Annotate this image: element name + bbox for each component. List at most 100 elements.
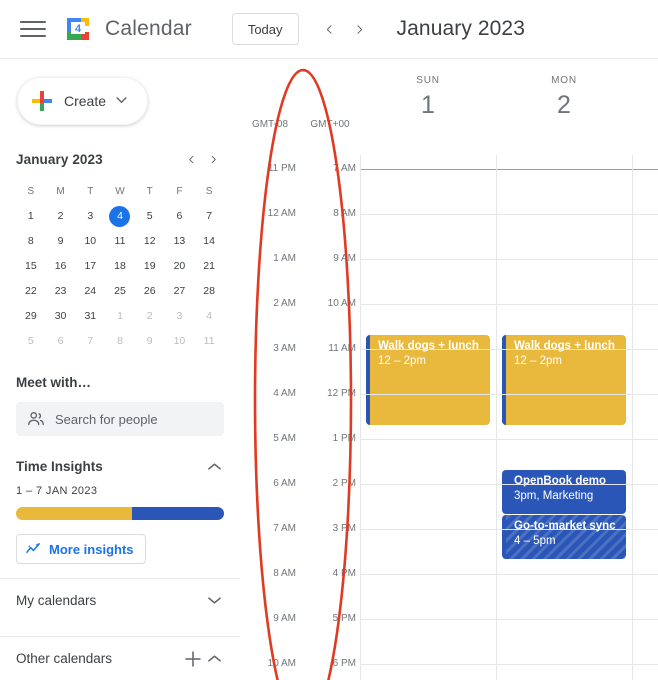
mini-calendar-day[interactable]: 13 [165, 229, 195, 253]
grid-hour-line [360, 574, 658, 575]
mini-calendar-day[interactable]: 3 [165, 304, 195, 328]
mini-calendar-day[interactable]: 1 [16, 204, 46, 228]
current-period-title: January 2023 [396, 17, 525, 40]
mini-calendar-day-number: 2 [57, 210, 64, 222]
time-label-primary: 7 AM [273, 523, 296, 534]
other-calendars-chevron-up-icon[interactable] [204, 649, 224, 669]
day-header-sun[interactable]: SUN 1 [360, 67, 496, 152]
mini-calendar-day[interactable]: 12 [135, 229, 165, 253]
insights-chart-icon [25, 541, 42, 558]
mini-calendar-day-number: 2 [146, 310, 153, 322]
mini-calendar-day[interactable]: 7 [194, 204, 224, 228]
chevron-left-icon [326, 24, 332, 34]
mini-calendar-day-number: 4 [206, 310, 213, 322]
hamburger-menu-icon[interactable] [20, 19, 46, 39]
time-insights-header[interactable]: Time Insights [16, 456, 224, 476]
more-insights-button[interactable]: More insights [16, 534, 146, 564]
day-header-weekday: SUN [416, 75, 440, 86]
grid-hour-line [360, 439, 658, 440]
my-calendars-label: My calendars [16, 593, 97, 608]
mini-calendar-day[interactable]: 27 [165, 279, 195, 303]
mini-calendar-day[interactable]: 4 [194, 304, 224, 328]
grid-hour-line [360, 169, 658, 170]
mini-calendar-day[interactable]: 2 [135, 304, 165, 328]
mini-calendar-day[interactable]: 20 [165, 254, 195, 278]
mini-calendar-day[interactable]: 10 [165, 329, 195, 353]
mini-calendar-day[interactable]: 21 [194, 254, 224, 278]
mini-calendar-day[interactable]: 25 [105, 279, 135, 303]
sidebar-item-other-calendars[interactable]: Other calendars [0, 636, 240, 680]
time-insights-collapse-button[interactable] [204, 456, 224, 476]
mini-calendar-day[interactable]: 6 [46, 329, 76, 353]
time-label-secondary: 3 PM [332, 523, 356, 534]
my-calendars-chevron-down-icon[interactable] [204, 591, 224, 611]
mini-calendar-day[interactable]: 18 [105, 254, 135, 278]
day-header-date: 2 [557, 91, 571, 119]
mini-calendar-prev-button[interactable] [180, 148, 202, 170]
mini-calendar-day[interactable]: 8 [105, 329, 135, 353]
mini-calendar-next-button[interactable] [202, 148, 224, 170]
create-button[interactable]: Create [17, 77, 148, 125]
mini-calendar-day[interactable]: 6 [165, 204, 195, 228]
grid-day-divider [632, 155, 633, 680]
time-label-primary: 11 PM [267, 163, 296, 174]
mini-calendar-day[interactable]: 30 [46, 304, 76, 328]
day-header-mon[interactable]: MON 2 [496, 67, 632, 152]
time-label-secondary: 2 PM [332, 478, 356, 489]
grid-hour-line [360, 394, 658, 395]
mini-calendar-day[interactable]: 2 [46, 204, 76, 228]
mini-calendar-day[interactable]: 24 [75, 279, 105, 303]
mini-calendar-day[interactable]: 7 [75, 329, 105, 353]
grid-hour-line [360, 619, 658, 620]
next-period-button[interactable] [345, 14, 375, 44]
mini-calendar-day[interactable]: 9 [135, 329, 165, 353]
mini-calendar-day-number: 31 [84, 310, 97, 322]
mini-calendar-day[interactable]: 17 [75, 254, 105, 278]
calendar-event-title: Walk dogs + lunch [378, 340, 479, 352]
previous-period-button[interactable] [315, 14, 345, 44]
mini-calendar-day[interactable]: 16 [46, 254, 76, 278]
mini-calendar-day[interactable]: 8 [16, 229, 46, 253]
mini-calendar-day-number: 8 [117, 335, 123, 347]
mini-calendar-day[interactable]: 19 [135, 254, 165, 278]
timezone-label-secondary: GMT+00 [310, 119, 350, 130]
mini-calendar-day[interactable]: 11 [194, 329, 224, 353]
mini-calendar-day[interactable]: 1 [105, 304, 135, 328]
calendar-event-title: Walk dogs + lunch [514, 340, 615, 352]
mini-calendar-dow-0: S [27, 186, 35, 197]
search-for-people-placeholder: Search for people [55, 411, 158, 427]
mini-calendar-day-number: 7 [206, 210, 213, 222]
calendar-event[interactable]: OpenBook demo 3pm, Marketing [502, 470, 626, 514]
mini-calendar-day[interactable]: 15 [16, 254, 46, 278]
day-lane-monday[interactable]: Walk dogs + lunch 12 – 2pm OpenBook demo 3p… [502, 155, 638, 680]
mini-calendar-day[interactable]: 11 [105, 229, 135, 253]
mini-calendar: January 2023 S M T W T F S 1 2 3 4 5 6 7 8 9 10 11 12 13 14 1… [0, 147, 240, 353]
mini-calendar-day-number: 17 [84, 260, 97, 272]
mini-calendar-day[interactable]: 14 [194, 229, 224, 253]
mini-calendar-day[interactable]: 9 [46, 229, 76, 253]
day-lanes: Walk dogs + lunch 12 – 2pm Walk dogs + lu… [360, 155, 658, 680]
sidebar: Create January 2023 S M T W T F S 1 2 3 … [0, 59, 240, 680]
sidebar-item-my-calendars[interactable]: My calendars [0, 578, 240, 622]
mini-calendar-day[interactable]: 22 [16, 279, 46, 303]
day-lane-sunday[interactable]: Walk dogs + lunch 12 – 2pm [366, 155, 502, 680]
add-other-calendar-plus-icon[interactable] [182, 648, 204, 670]
calendar-event-time: 12 – 2pm [514, 355, 562, 368]
mini-calendar-day[interactable]: 5 [16, 329, 46, 353]
timezone-headers: GMT-08 GMT+00 [240, 119, 360, 139]
mini-calendar-day[interactable]: 28 [194, 279, 224, 303]
mini-calendar-day[interactable]: 4 [105, 204, 135, 228]
google-calendar-logo-icon: 4 [64, 15, 92, 43]
mini-calendar-day[interactable]: 10 [75, 229, 105, 253]
mini-calendar-day[interactable]: 29 [16, 304, 46, 328]
mini-calendar-day[interactable]: 5 [135, 204, 165, 228]
grid-hour-line [360, 304, 658, 305]
mini-calendar-day[interactable]: 26 [135, 279, 165, 303]
search-for-people-input[interactable]: Search for people [16, 402, 224, 436]
mini-calendar-day[interactable]: 23 [46, 279, 76, 303]
mini-calendar-day-number: 27 [173, 285, 186, 297]
today-button[interactable]: Today [231, 13, 299, 45]
mini-calendar-day[interactable]: 3 [75, 204, 105, 228]
calendar-event[interactable]: Go-to-market sync 4 – 5pm [502, 515, 626, 559]
mini-calendar-day[interactable]: 31 [75, 304, 105, 328]
